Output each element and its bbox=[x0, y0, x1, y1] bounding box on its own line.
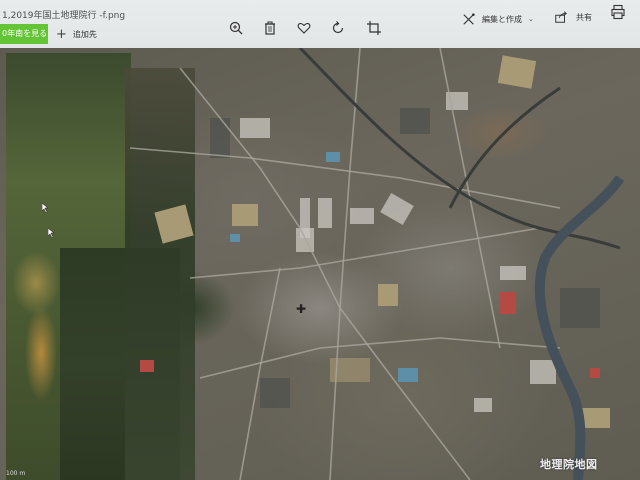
crop-icon[interactable] bbox=[366, 20, 382, 36]
mouse-cursor-icon bbox=[42, 203, 49, 213]
share-label: 共有 bbox=[576, 12, 592, 22]
rotate-icon[interactable] bbox=[330, 20, 346, 36]
edit-create-label: 編集と作成 bbox=[482, 14, 522, 24]
see-all-button[interactable]: 0年南を見る bbox=[0, 24, 48, 44]
window-title: 1,2019年国土地理院行 -f.png bbox=[2, 11, 126, 21]
crosshair-icon: ✚ bbox=[296, 302, 307, 316]
gsi-watermark: 地理院地図 bbox=[540, 458, 598, 471]
zoom-in-icon[interactable] bbox=[228, 20, 244, 36]
add-to-button[interactable]: + 追加先 bbox=[56, 26, 97, 42]
add-to-label: 追加先 bbox=[72, 29, 97, 39]
share-button[interactable]: 共有 bbox=[554, 8, 592, 26]
plus-icon: + bbox=[56, 26, 67, 42]
scale-label: 100 m bbox=[6, 470, 26, 477]
share-icon bbox=[555, 11, 568, 23]
mouse-cursor-icon bbox=[48, 228, 55, 238]
city-map-layer bbox=[129, 48, 625, 480]
edit-create-button[interactable]: 編集と作成 ⌄ bbox=[462, 10, 534, 28]
delete-icon[interactable] bbox=[262, 20, 278, 36]
aerial-photo[interactable]: ✚ bbox=[0, 48, 640, 480]
print-icon[interactable] bbox=[610, 4, 626, 20]
photos-toolbar: 1,2019年国土地理院行 -f.png 0年南を見る + 追加先 編集と作成 … bbox=[0, 0, 640, 50]
chevron-down-icon: ⌄ bbox=[528, 15, 534, 23]
edit-create-icon bbox=[463, 13, 475, 25]
heart-icon[interactable] bbox=[296, 20, 312, 36]
